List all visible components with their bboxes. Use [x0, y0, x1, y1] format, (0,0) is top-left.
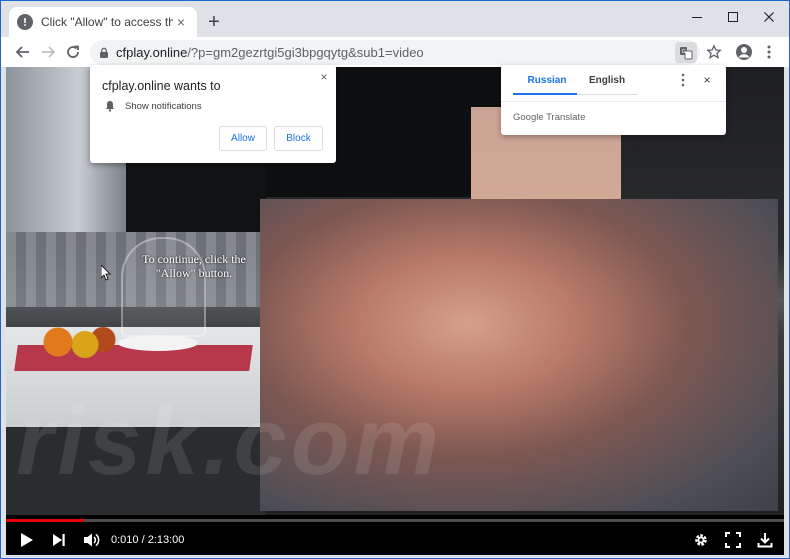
- bell-icon: [105, 101, 115, 112]
- svg-text:G: G: [682, 49, 686, 55]
- forward-icon[interactable]: [37, 41, 59, 63]
- reload-icon[interactable]: [62, 41, 84, 63]
- allow-button[interactable]: Allow: [219, 126, 267, 151]
- download-icon[interactable]: [754, 529, 776, 551]
- url-host: cfplay.online: [116, 45, 188, 60]
- tab-title: Click "Allow" to access the site!: [41, 15, 173, 29]
- translate-close-icon[interactable]: ×: [701, 73, 713, 87]
- toolbar: cfplay.online /?p=gm2gezrtgi5gi3bpgqytg&…: [1, 37, 789, 67]
- url-path: /?p=gm2gezrtgi5gi3bpgqytg&sub1=video: [187, 45, 424, 60]
- video-controls: 0:010 / 2:13:00: [6, 525, 784, 555]
- video-progress-bar[interactable]: [6, 519, 784, 522]
- volume-icon[interactable]: [81, 529, 103, 551]
- browser-window: Click "Allow" to access the site! × + cf: [0, 0, 790, 559]
- minimize-icon[interactable]: [679, 5, 715, 29]
- gear-icon[interactable]: [690, 529, 712, 551]
- address-bar[interactable]: cfplay.online /?p=gm2gezrtgi5gi3bpgqytg&…: [90, 40, 700, 65]
- watermark: risk.com: [16, 388, 443, 495]
- notification-permission-text: Show notifications: [125, 101, 202, 112]
- notification-popup-title: cfplay.online wants to: [102, 79, 221, 93]
- translate-icon[interactable]: G: [675, 42, 697, 63]
- account-icon[interactable]: [734, 42, 754, 62]
- translate-popup: Russian English × Google Translate: [501, 65, 726, 135]
- alert-favicon-icon: [17, 14, 33, 30]
- translate-tab-source[interactable]: Russian: [517, 75, 577, 86]
- video-pumpkins: [31, 312, 121, 362]
- close-window-icon[interactable]: [751, 5, 787, 29]
- new-tab-button[interactable]: +: [204, 12, 224, 33]
- maximize-icon[interactable]: [715, 5, 751, 29]
- more-vert-icon[interactable]: [761, 42, 777, 62]
- block-button[interactable]: Block: [274, 126, 323, 151]
- video-overlay-message: To continue, click the "Allow" button.: [134, 252, 254, 280]
- tab-close-icon[interactable]: ×: [173, 14, 189, 30]
- video-plate: [118, 335, 198, 351]
- next-icon[interactable]: [48, 529, 70, 551]
- notification-permission-popup: cfplay.online wants to × Show notificati…: [90, 65, 336, 163]
- mouse-cursor-icon: [101, 265, 111, 281]
- video-progress-fill: [6, 519, 84, 522]
- notification-close-icon[interactable]: ×: [318, 70, 330, 84]
- tab-active[interactable]: Click "Allow" to access the site! ×: [9, 7, 197, 37]
- lock-icon[interactable]: [96, 45, 112, 61]
- translate-more-icon[interactable]: [678, 73, 688, 87]
- star-icon[interactable]: [704, 42, 724, 62]
- overlay-line-2: "Allow" button.: [155, 266, 233, 280]
- translate-brand: Google Translate: [513, 112, 586, 123]
- back-icon[interactable]: [12, 41, 34, 63]
- translate-tab-indicator: [513, 93, 577, 95]
- translate-tab-target[interactable]: English: [577, 75, 637, 86]
- translate-divider: [501, 101, 726, 102]
- play-icon[interactable]: [16, 529, 38, 551]
- tab-strip: Click "Allow" to access the site! × +: [1, 1, 789, 37]
- overlay-line-1: To continue, click the: [142, 252, 246, 266]
- video-time: 0:010 / 2:13:00: [111, 534, 185, 546]
- fullscreen-icon[interactable]: [722, 529, 744, 551]
